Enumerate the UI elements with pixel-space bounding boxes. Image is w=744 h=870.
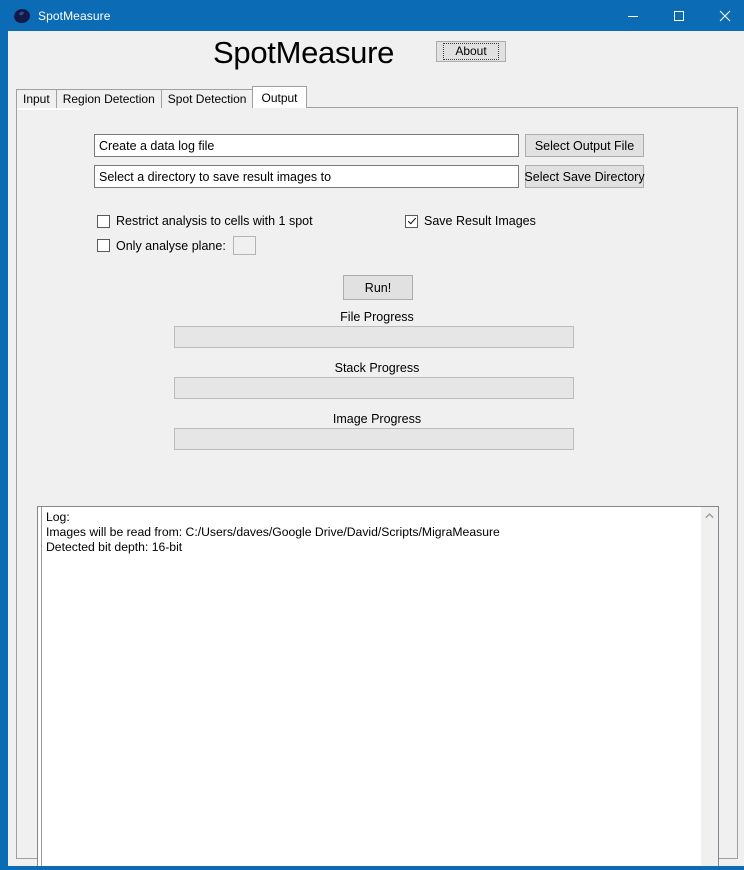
app-blob-icon — [12, 6, 32, 25]
restrict-single-spot-checkbox[interactable]: Restrict analysis to cells with 1 spot — [97, 214, 313, 228]
app-header: SpotMeasure About — [8, 31, 744, 87]
tab-input-label: Input — [23, 92, 50, 106]
window-controls — [610, 0, 744, 31]
tab-output-label: Output — [261, 90, 298, 105]
select-output-file-button[interactable]: Select Output File — [525, 134, 644, 157]
tab-region-detection-label: Region Detection — [62, 92, 155, 106]
save-result-images-checkbox-label: Save Result Images — [424, 214, 536, 228]
save-directory-input-value: Select a directory to save result images… — [99, 169, 332, 184]
restrict-single-spot-checkbox-label: Restrict analysis to cells with 1 spot — [116, 214, 313, 228]
maximize-icon[interactable] — [656, 0, 702, 31]
stack-progress-label: Stack Progress — [334, 361, 420, 375]
only-analyse-plane-checkbox-label: Only analyse plane: — [116, 238, 226, 253]
image-progress-bar — [174, 428, 574, 450]
log-panel: Log: Images will be read from: C:/Users/… — [37, 506, 719, 866]
only-analyse-plane-checkbox-box[interactable] — [97, 239, 110, 252]
about-button[interactable]: About — [436, 41, 506, 62]
output-tab-panel: Create a data log file Select Output Fil… — [16, 107, 738, 866]
save-result-images-checkbox-box[interactable] — [405, 214, 418, 228]
tab-spot-detection[interactable]: Spot Detection — [160, 89, 254, 108]
restrict-single-spot-checkbox-box[interactable] — [97, 214, 110, 228]
title-bar[interactable]: SpotMeasure — [4, 0, 744, 31]
tab-input[interactable]: Input — [16, 89, 57, 108]
scroll-up-icon[interactable] — [701, 507, 718, 524]
tab-region-detection[interactable]: Region Detection — [55, 89, 162, 108]
tab-panel-seam — [17, 108, 80, 110]
save-result-images-checkbox[interactable]: Save Result Images — [405, 214, 536, 228]
application-window: SpotMeasure SpotMeasure About Input Regi… — [0, 0, 744, 870]
only-analyse-plane-checkbox[interactable]: Only analyse plane: — [97, 236, 256, 255]
file-progress-bar — [174, 326, 574, 348]
run-button[interactable]: Run! — [343, 275, 413, 300]
select-save-directory-button[interactable]: Select Save Directory — [524, 165, 645, 188]
tab-spot-detection-label: Spot Detection — [167, 92, 247, 106]
plane-number-input[interactable] — [232, 236, 256, 255]
save-directory-input[interactable]: Select a directory to save result images… — [94, 165, 519, 188]
page-title: SpotMeasure — [213, 35, 395, 70]
run-button-label: Run! — [364, 280, 392, 295]
minimize-icon[interactable] — [610, 0, 656, 31]
select-save-directory-button-label: Select Save Directory — [524, 169, 645, 184]
tab-output[interactable]: Output — [252, 86, 307, 108]
log-file-input[interactable]: Create a data log file — [94, 134, 519, 157]
image-progress-label: Image Progress — [332, 412, 422, 426]
close-icon[interactable] — [702, 0, 744, 31]
window-title: SpotMeasure — [38, 8, 111, 23]
select-output-file-button-label: Select Output File — [534, 138, 635, 153]
tab-strip: Input Region Detection Spot Detection Ou… — [16, 86, 738, 108]
log-scrollbar[interactable] — [700, 507, 718, 866]
file-progress-label: File Progress — [340, 310, 414, 324]
log-text: Log: Images will be read from: C:/Users/… — [41, 507, 700, 866]
client-area: SpotMeasure About Input Region Detection… — [8, 31, 744, 866]
about-button-label: About — [443, 43, 499, 60]
stack-progress-bar — [174, 377, 574, 399]
log-file-input-value: Create a data log file — [99, 138, 215, 153]
